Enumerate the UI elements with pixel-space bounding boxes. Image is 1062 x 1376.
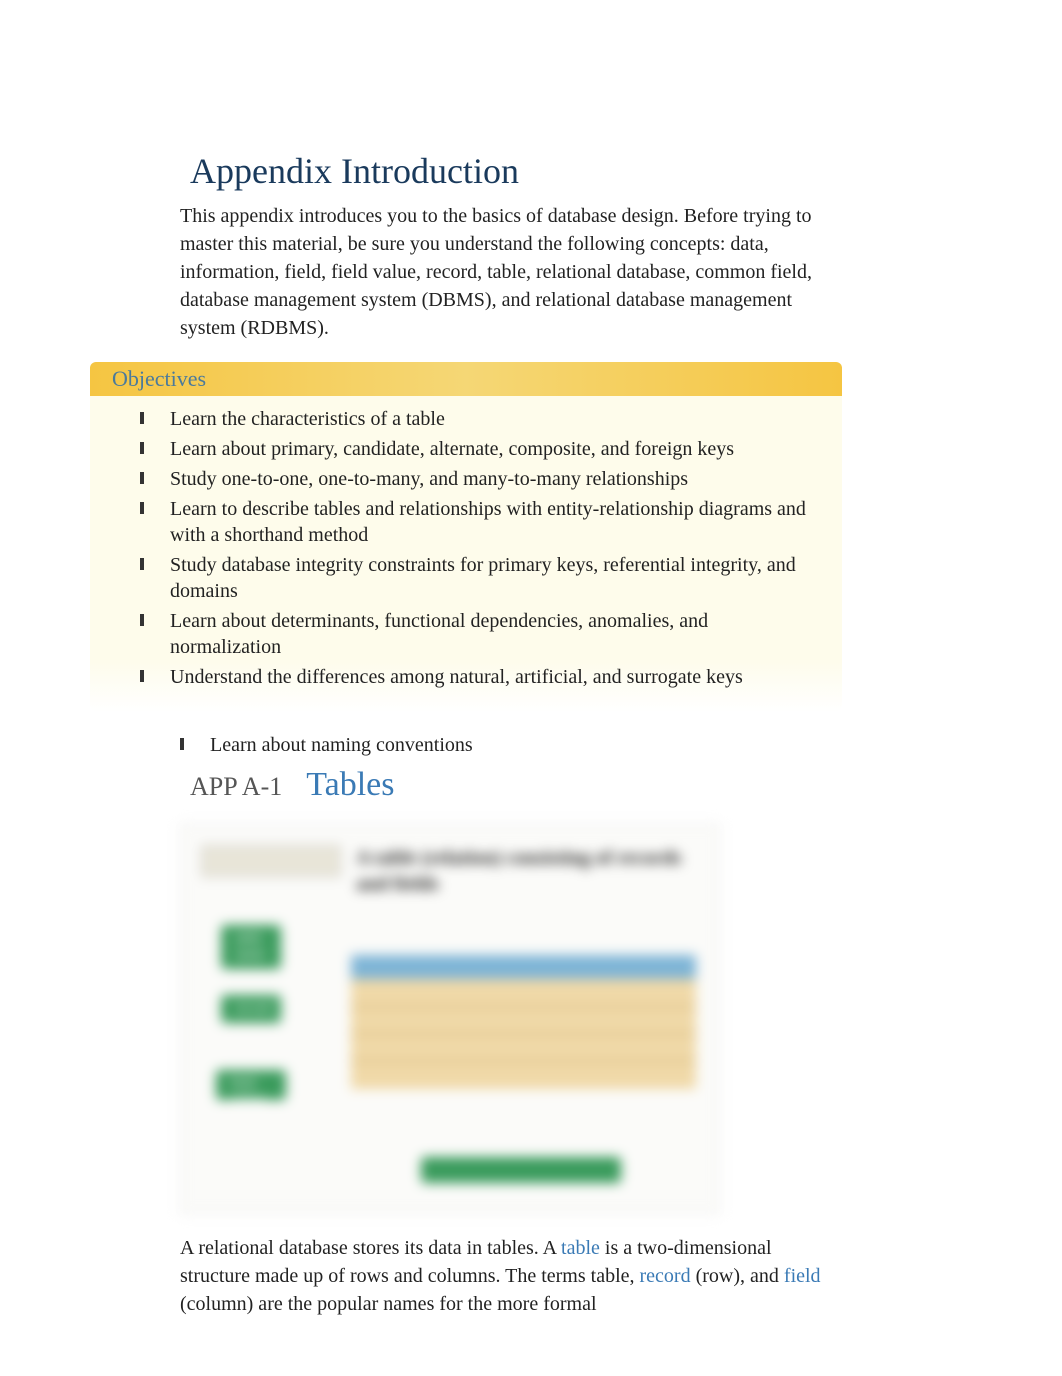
list-item: Learn the characteristics of a table: [140, 404, 822, 434]
figure-bottom-callout: [421, 1157, 621, 1183]
figure-table-header: [351, 955, 696, 979]
list-item: Learn to describe tables and relationshi…: [140, 494, 822, 550]
section-number: APP A-1: [190, 772, 282, 802]
body-paragraph: A relational database stores its data in…: [180, 1234, 822, 1318]
list-item: Study database integrity constraints for…: [140, 550, 822, 606]
appendix-heading: Appendix Introduction: [190, 150, 962, 192]
text-run: A relational database stores its data in…: [180, 1237, 561, 1259]
list-item: Study one-to-one, one-to-many, and many-…: [140, 464, 822, 494]
figure-table-body: [351, 979, 696, 1089]
text-run: (row), and: [696, 1265, 784, 1287]
list-item: Learn about naming conventions: [180, 730, 822, 760]
figure-a1: A table (relation) consisting of records…: [180, 824, 720, 1214]
objectives-list: Learn the characteristics of a table Lea…: [90, 404, 842, 692]
objectives-header: Objectives: [90, 362, 842, 396]
intro-paragraph: This appendix introduces you to the basi…: [180, 202, 842, 342]
list-item: Understand the differences among natural…: [140, 662, 822, 692]
figure-caption: A table (relation) consisting of records…: [356, 845, 686, 900]
term-table: table: [561, 1237, 600, 1259]
text-run: (column) are the popular names for the m…: [180, 1293, 597, 1315]
objectives-box: Objectives Learn the characteristics of …: [90, 362, 842, 712]
objectives-list-trailing: Learn about naming conventions: [100, 730, 962, 760]
term-field: field: [784, 1265, 821, 1287]
figure-label-box: [201, 845, 341, 877]
section-title: Tables: [306, 766, 394, 804]
term-record: record: [640, 1265, 691, 1287]
figure-callout: field values: [216, 1070, 286, 1100]
figure-callout: record: [221, 995, 281, 1023]
list-item: Learn about primary, candidate, alternat…: [140, 434, 822, 464]
figure-callout: table name: [221, 925, 281, 969]
list-item: Learn about determinants, functional dep…: [140, 606, 822, 662]
section-heading-row: APP A-1 Tables: [190, 766, 962, 804]
